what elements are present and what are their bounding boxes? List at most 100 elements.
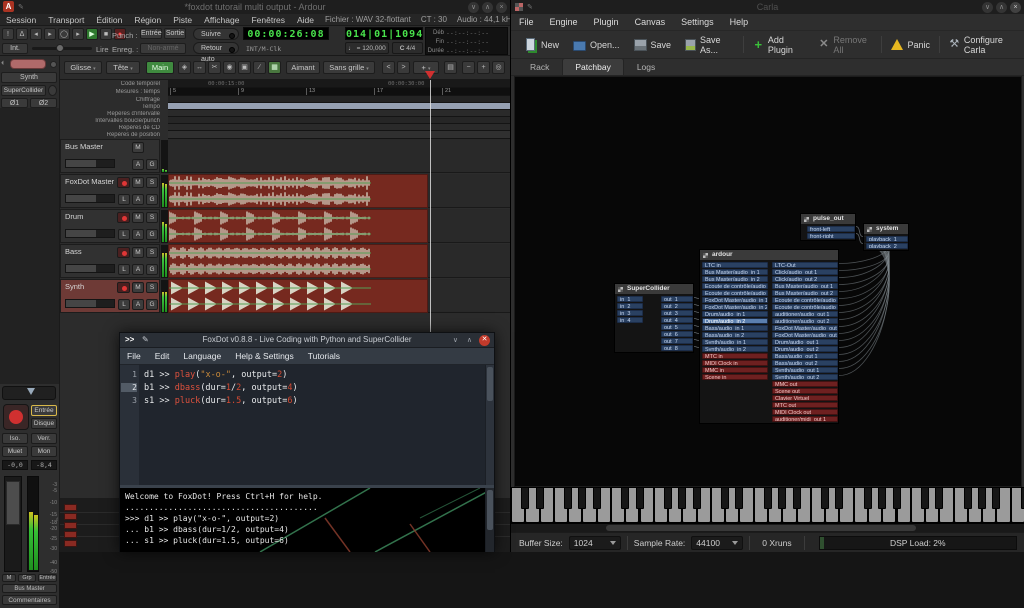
comments-button[interactable]: Commentaires [2, 595, 57, 605]
open-button[interactable]: Open... [566, 35, 627, 55]
port-foxdot-master-audio-out-1[interactable]: FoxDot Master/audio_out 1 [772, 325, 838, 331]
fader-handle[interactable] [6, 481, 20, 525]
carla-menu-file[interactable]: File [511, 17, 542, 27]
track-header-drum[interactable]: DrumMSLAG [60, 209, 160, 243]
patchbay-node-system[interactable]: systemplayback_1playback_2 [863, 223, 909, 251]
carla-menu-canvas[interactable]: Canvas [627, 17, 674, 27]
phase-1-button[interactable]: Ø1 [1, 98, 28, 108]
disk-button[interactable]: Disque [31, 418, 57, 429]
nav-next-button[interactable]: > [397, 61, 410, 74]
record-enable-button[interactable] [117, 282, 130, 293]
output-bus-button[interactable]: Bus Master [2, 584, 57, 593]
track-l-button[interactable]: L [118, 194, 130, 205]
track-l-button[interactable]: L [118, 229, 130, 240]
phase-2-button[interactable]: Ø2 [30, 98, 57, 108]
port-midi-clock-in[interactable]: MIDI Clock in [702, 360, 768, 366]
record-enable-button[interactable] [117, 247, 130, 258]
black-key[interactable] [793, 487, 801, 509]
black-key[interactable] [764, 487, 772, 509]
virtual-piano-keyboard[interactable] [511, 487, 1024, 524]
plugin-bypass-icon[interactable] [48, 85, 57, 96]
ruler-lane-chiffrage[interactable] [168, 96, 510, 103]
foxdot-console[interactable]: Welcome to FoxDot! Press Ctrl+H for help… [120, 488, 494, 552]
carla-menu-settings[interactable]: Settings [673, 17, 722, 27]
black-key[interactable] [878, 487, 886, 509]
port-ltc-out[interactable]: LTC-Out [772, 262, 838, 268]
ruler-lane-intervalles-boucle-punch[interactable] [168, 117, 510, 124]
port-in-2[interactable]: in_2 [617, 303, 643, 309]
port-out-8[interactable]: out_8 [661, 345, 693, 351]
black-key[interactable] [693, 487, 701, 509]
patchbay-node-ardour[interactable]: ardourLTC inBus Master/audio_in 1Bus Mas… [699, 249, 839, 424]
main-tool-button[interactable]: Main [146, 61, 174, 74]
console-scrollbar[interactable] [485, 488, 494, 552]
range-value[interactable]: --:--:--:-- [446, 38, 489, 46]
grab-tool-icon[interactable]: ◈ [178, 61, 191, 74]
eye-icon[interactable] [50, 61, 57, 68]
port-click-audio-out-2[interactable]: Click/audio_out 2 [772, 276, 838, 282]
processor-box[interactable] [0, 108, 59, 384]
midi-panic-button[interactable]: ! [2, 28, 14, 40]
patchbay-node-supercollider[interactable]: SuperColliderin_1in_2in_3in_4out_1out_2o… [614, 283, 694, 353]
patchbay-node-pulse-out[interactable]: pulse_outfront-leftfront-right [800, 213, 856, 241]
port-drum-audio-out-1[interactable]: Drum/audio_out 1 [772, 339, 838, 345]
metronome-button[interactable]: Δ [16, 28, 28, 40]
menu-transport[interactable]: Transport [42, 15, 90, 25]
cut-tool-icon[interactable]: ✂ [208, 61, 221, 74]
foxdot-menu-help-settings[interactable]: Help & Settings [228, 351, 301, 361]
black-key[interactable] [564, 487, 572, 509]
record-enable-button[interactable] [117, 212, 130, 223]
track-g-button[interactable]: G [146, 159, 158, 170]
track-g-button[interactable]: G [146, 194, 158, 205]
maximize-icon[interactable]: ∧ [482, 2, 493, 13]
port-bass-audio-out-2[interactable]: Bass/audio_out 2 [772, 360, 838, 366]
range-value[interactable]: --:--:--:-- [446, 29, 489, 37]
save-view-icon[interactable]: ▤ [444, 61, 457, 74]
ruler-lane-tempo[interactable] [168, 103, 510, 110]
port-foxdot-master-audio-in-2[interactable]: FoxDot Master/audio_in 2 [702, 304, 768, 310]
port-midi-clock-out[interactable]: MIDI Clock out [772, 409, 838, 415]
punch-out-button[interactable]: Sortie [164, 28, 186, 39]
track-lane-drum[interactable] [168, 209, 510, 243]
zoom-in-button[interactable]: + [477, 61, 490, 74]
carla-titlebar[interactable]: ✎ Carla ∨ ∧ × [511, 0, 1024, 14]
track-a-button[interactable]: A [132, 264, 144, 275]
port-synth-audio-out-2[interactable]: Synth/audio_out 2 [772, 374, 838, 380]
track-header-foxdot-master[interactable]: FoxDot MasterMSLAG [60, 174, 160, 208]
black-key[interactable] [636, 487, 644, 509]
black-key[interactable] [893, 487, 901, 509]
black-key[interactable] [964, 487, 972, 509]
port-clavier-virtuel[interactable]: Clavier Virtuel [772, 395, 838, 401]
track-a-button[interactable]: A [132, 159, 144, 170]
record-mode-button[interactable]: Non-armé [140, 43, 186, 54]
port-synth-audio-in-2[interactable]: Synth/audio_in 2 [702, 346, 768, 352]
menu-session[interactable]: Session [0, 15, 42, 25]
track-header-synth[interactable]: SynthMSLAG [60, 279, 160, 313]
record-enable-button[interactable] [117, 177, 130, 188]
grid-mode-dropdown[interactable]: Sans grille▾ [323, 61, 375, 74]
track-a-button[interactable]: A [132, 299, 144, 310]
collapse-arrow-icon[interactable]: ‹ [56, 516, 58, 523]
tete-dropdown[interactable]: Tête▾ [106, 61, 140, 74]
black-key[interactable] [664, 487, 672, 509]
editor-scrollbar[interactable] [485, 365, 494, 485]
port-front-left[interactable]: front-left [807, 226, 855, 232]
solo-button[interactable]: S [146, 282, 158, 293]
close-icon[interactable]: × [1010, 2, 1021, 13]
port-coute-de-contr-le-audio-out-2[interactable]: Écoute de contrôle/audio_out 2 [772, 304, 838, 310]
port-out-6[interactable]: out_6 [661, 331, 693, 337]
new-button[interactable]: New [517, 35, 566, 55]
meter-point-button[interactable]: Entrée [38, 574, 57, 582]
black-key[interactable] [821, 487, 829, 509]
port-in-4[interactable]: in_4 [617, 317, 643, 323]
port-out-4[interactable]: out_4 [661, 317, 693, 323]
black-key[interactable] [864, 487, 872, 509]
menu-piste[interactable]: Piste [167, 15, 198, 25]
port-bus-master-audio-in-2[interactable]: Bus Master/audio_in 2 [702, 276, 768, 282]
audition-tool-icon[interactable]: ◉ [223, 61, 236, 74]
maximize-icon[interactable]: ∧ [996, 2, 1007, 13]
input-button[interactable]: Entrée [31, 405, 57, 416]
port-drum-audio-out-2[interactable]: Drum/audio_out 2 [772, 346, 838, 352]
tab-patchbay[interactable]: Patchbay [562, 58, 623, 75]
save-button[interactable]: Save [627, 35, 679, 55]
